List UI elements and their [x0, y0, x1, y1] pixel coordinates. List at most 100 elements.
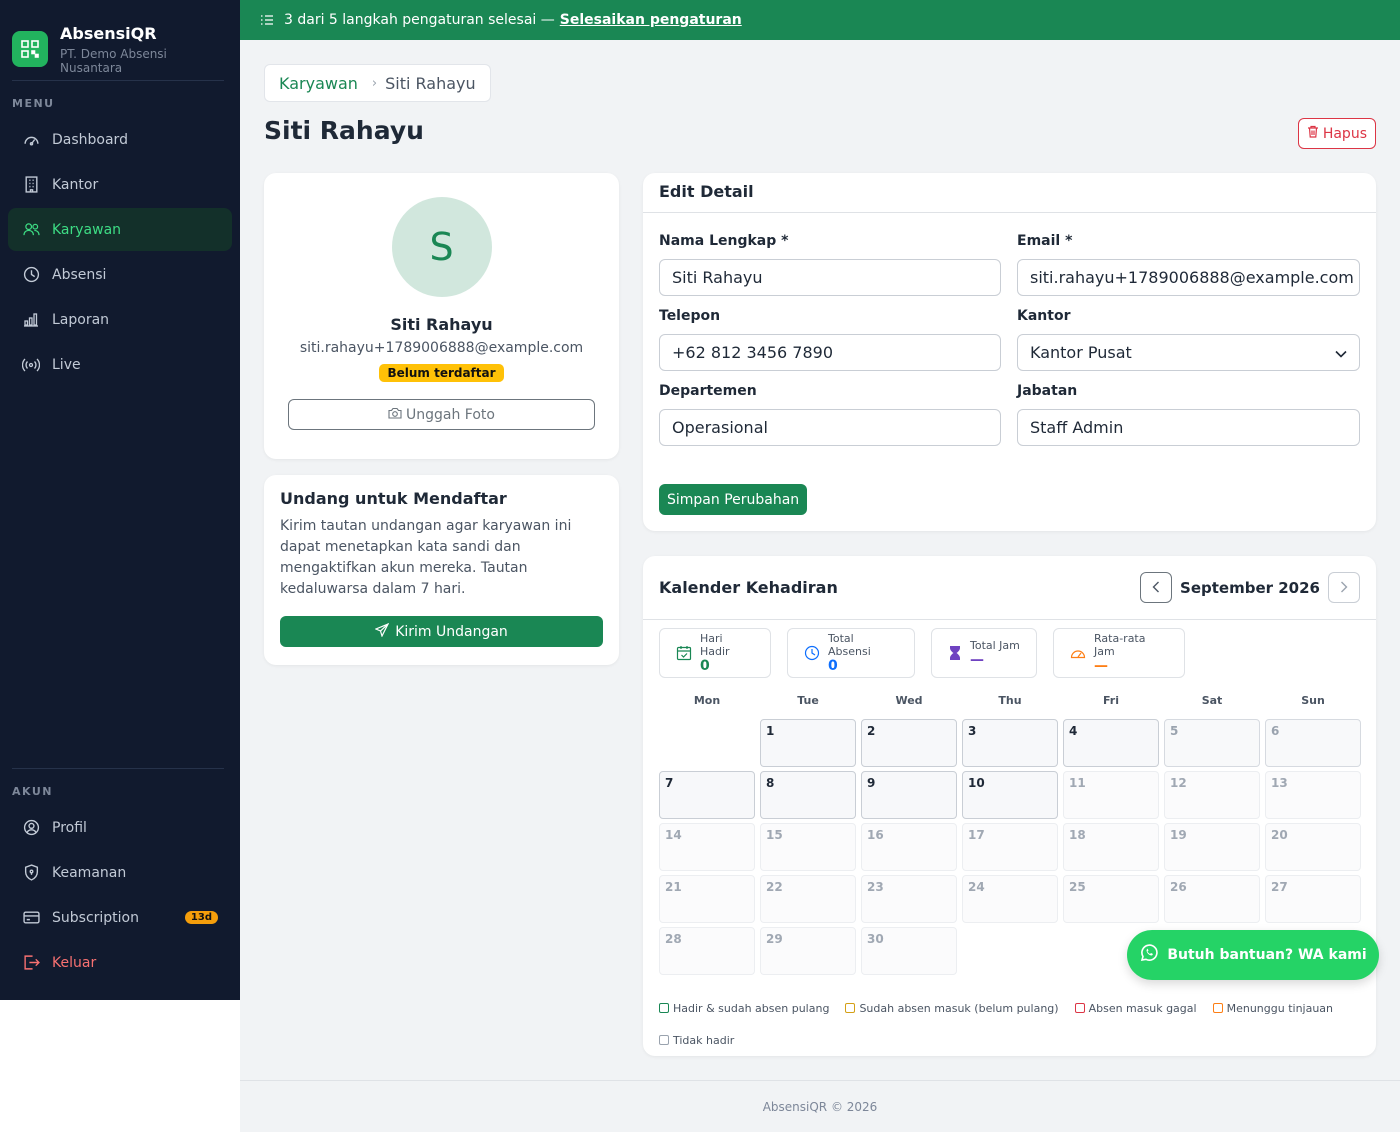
- trial-days-badge: 13d: [184, 911, 218, 924]
- sidebar-item-live[interactable]: Live: [8, 343, 232, 386]
- sidebar-item-label: Live: [52, 356, 81, 373]
- calendar-day-cell[interactable]: 24: [962, 875, 1058, 923]
- calendar-day-cell[interactable]: 4: [1063, 719, 1159, 767]
- trash-icon: [1307, 125, 1319, 142]
- calendar-month: September 2026: [1180, 578, 1320, 597]
- calendar-day-cell[interactable]: 28: [659, 927, 755, 975]
- calendar-day-cell[interactable]: 17: [962, 823, 1058, 871]
- menu-section-title: MENU: [12, 97, 55, 110]
- sidebar-item-keluar[interactable]: Keluar: [8, 941, 232, 984]
- breadcrumb-karyawan-link[interactable]: Karyawan: [279, 74, 358, 93]
- complete-setup-link[interactable]: Selesaikan pengaturan: [560, 12, 742, 28]
- calendar-day-cell[interactable]: 9: [861, 771, 957, 819]
- page-title: Siti Rahayu: [264, 116, 424, 145]
- calendar-day-cell[interactable]: 22: [760, 875, 856, 923]
- chevron-down-icon: [1335, 343, 1347, 362]
- field-office: Kantor Kantor Pusat: [1017, 308, 1360, 383]
- footer: AbsensiQR © 2026: [240, 1080, 1400, 1132]
- calendar-day-cell[interactable]: 6: [1265, 719, 1361, 767]
- calendar-day-cell[interactable]: 29: [760, 927, 856, 975]
- stat-label: Total Absensi: [828, 632, 871, 658]
- shield-icon: [22, 864, 40, 882]
- prev-month-button[interactable]: [1140, 572, 1173, 603]
- send-invite-button[interactable]: Kirim Undangan: [280, 616, 603, 647]
- legend-swatch: [845, 1003, 856, 1013]
- save-changes-button[interactable]: Simpan Perubahan: [659, 484, 808, 515]
- calendar-day-cell[interactable]: 23: [861, 875, 957, 923]
- sidebar-item-absensi[interactable]: Absensi: [8, 253, 232, 296]
- legend-item: Menunggu tinjauan: [1212, 992, 1333, 1024]
- calendar-title: Kalender Kehadiran: [659, 578, 838, 597]
- invite-title: Undang untuk Mendaftar: [280, 489, 507, 508]
- phone-label: Telepon: [659, 308, 721, 324]
- send-icon: [374, 622, 390, 641]
- calendar-day-cell[interactable]: 10: [962, 771, 1058, 819]
- email-input[interactable]: siti.rahayu+1789006888@example.com: [1017, 259, 1360, 296]
- main-content: Karyawan › Siti Rahayu Siti Rahayu Hapus…: [240, 40, 1400, 1080]
- calendar-day-cell[interactable]: 27: [1265, 875, 1361, 923]
- calendar-day-cell[interactable]: 13: [1265, 771, 1361, 819]
- gauge-icon: [22, 131, 40, 149]
- calendar-day-cell[interactable]: 14: [659, 823, 755, 871]
- legend-item: Tidak hadir: [659, 1024, 734, 1056]
- calendar-day-cell[interactable]: 8: [760, 771, 856, 819]
- position-input[interactable]: Staff Admin: [1017, 409, 1360, 446]
- legend-swatch: [1212, 1003, 1223, 1013]
- stat-value: —: [1094, 658, 1108, 674]
- sidebar-item-label: Dashboard: [52, 131, 128, 148]
- weekday-label: Wed: [895, 694, 923, 707]
- sidebar-item-keamanan[interactable]: Keamanan: [8, 851, 232, 894]
- sidebar-item-label: Laporan: [52, 311, 110, 328]
- calendar-day-cell[interactable]: 16: [861, 823, 957, 871]
- calendar-day-cell[interactable]: 11: [1063, 771, 1159, 819]
- calendar-day-cell[interactable]: 15: [760, 823, 856, 871]
- sidebar-item-profil[interactable]: Profil: [8, 806, 232, 849]
- clock-icon: [22, 266, 40, 284]
- calendar-day-cell[interactable]: 21: [659, 875, 755, 923]
- department-label: Departemen: [659, 383, 757, 399]
- weekday-label: Sun: [1301, 694, 1325, 707]
- calendar-day-cell[interactable]: 30: [861, 927, 957, 975]
- whatsapp-help-button[interactable]: Butuh bantuan? WA kami: [1127, 930, 1379, 980]
- calendar-day-cell[interactable]: 5: [1164, 719, 1260, 767]
- calendar-day-cell[interactable]: 7: [659, 771, 755, 819]
- stat-value: —: [970, 651, 984, 668]
- stat-label: Total Jam: [970, 638, 1020, 652]
- weekday-label: Sat: [1201, 694, 1223, 707]
- calendar-day-cell[interactable]: 3: [962, 719, 1058, 767]
- sidebar-item-karyawan[interactable]: Karyawan: [8, 208, 232, 251]
- department-input[interactable]: Operasional: [659, 409, 1001, 446]
- sidebar-item-label: Subscription: [52, 909, 139, 926]
- avatar: S: [391, 197, 492, 297]
- sidebar-item-subscription[interactable]: Subscription 13d: [8, 896, 232, 939]
- sidebar-item-laporan[interactable]: Laporan: [8, 298, 232, 341]
- legend-item: Sudah absen masuk (belum pulang): [845, 992, 1059, 1024]
- calendar-day-cell[interactable]: 20: [1265, 823, 1361, 871]
- upload-photo-label: Unggah Foto: [406, 406, 495, 423]
- upload-photo-button[interactable]: Unggah Foto: [288, 399, 595, 430]
- calendar-day-cell[interactable]: 12: [1164, 771, 1260, 819]
- name-input[interactable]: Siti Rahayu: [659, 259, 1001, 296]
- calendar-day-cell[interactable]: 18: [1063, 823, 1159, 871]
- brand[interactable]: AbsensiQR PT. Demo Absensi Nusantara: [0, 0, 240, 80]
- setup-progress-banner: 3 dari 5 langkah pengaturan selesai — Se…: [240, 0, 1400, 40]
- calendar-day-cell[interactable]: 26: [1164, 875, 1260, 923]
- office-select[interactable]: Kantor Pusat: [1017, 334, 1360, 371]
- sidebar-item-label: Keamanan: [52, 864, 127, 881]
- calendar-day-cell[interactable]: 2: [861, 719, 957, 767]
- hourglass-icon: [948, 645, 962, 661]
- next-month-button[interactable]: [1328, 572, 1360, 603]
- sidebar-item-dashboard[interactable]: Dashboard: [8, 118, 232, 161]
- delete-button[interactable]: Hapus: [1297, 118, 1376, 149]
- calendar-day-cell[interactable]: 25: [1063, 875, 1159, 923]
- phone-input[interactable]: +62 812 3456 7890: [659, 334, 1001, 371]
- calendar-day-cell[interactable]: 19: [1164, 823, 1260, 871]
- send-invite-label: Kirim Undangan: [395, 623, 508, 640]
- sidebar: AbsensiQR PT. Demo Absensi Nusantara MEN…: [0, 0, 240, 1000]
- calendar-day-cell[interactable]: 1: [760, 719, 856, 767]
- weekday-label: Fri: [1102, 694, 1119, 707]
- sidebar-item-label: Profil: [52, 819, 87, 836]
- sidebar-item-kantor[interactable]: Kantor: [8, 163, 232, 206]
- employee-email: siti.rahayu+1789006888@example.com: [299, 340, 584, 356]
- broadcast-icon: [22, 356, 40, 374]
